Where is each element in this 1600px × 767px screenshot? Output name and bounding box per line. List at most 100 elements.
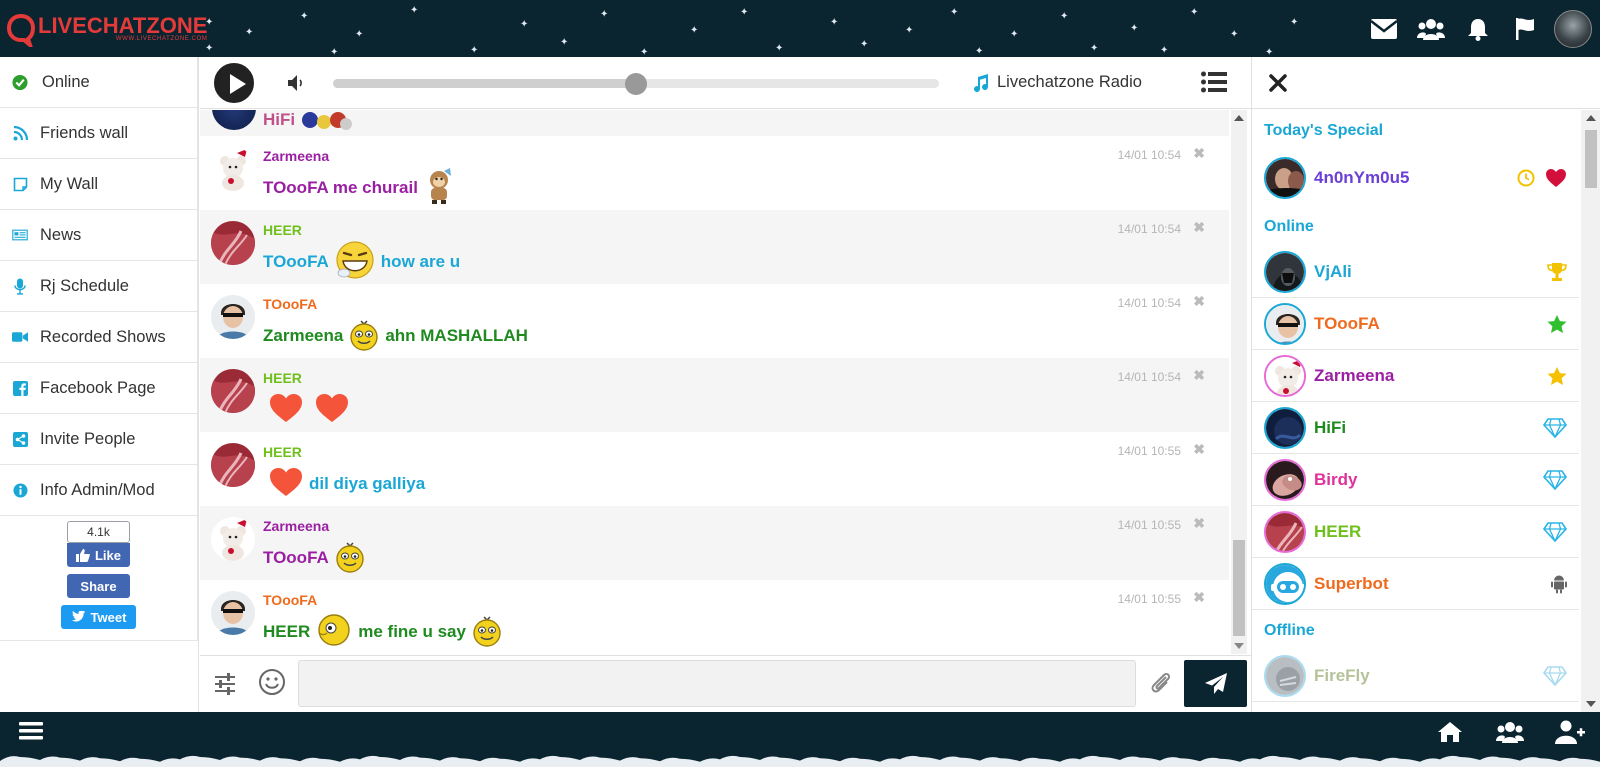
user-list-item[interactable]: Superbot <box>1252 558 1579 610</box>
sidebar-item-label: Info Admin/Mod <box>40 480 155 499</box>
sidebar-item-my-wall[interactable]: My Wall <box>0 159 198 210</box>
delete-message-icon[interactable]: ✖ <box>1193 293 1205 310</box>
radio-player: Livechatzone Radio <box>200 57 1251 109</box>
snowflake-icon: ✦ <box>1230 29 1239 40</box>
settings-sliders-icon[interactable] <box>213 673 237 695</box>
attachment-icon[interactable] <box>1148 670 1174 696</box>
message-username[interactable]: Zarmeena <box>263 518 329 534</box>
sidebar-item-rj-schedule[interactable]: Rj Schedule <box>0 261 198 312</box>
message-username[interactable]: HEER <box>263 370 302 386</box>
close-icon[interactable] <box>1267 72 1289 94</box>
delete-message-icon[interactable]: ✖ <box>1193 441 1205 458</box>
message-timestamp: 14/01 10:55 <box>1117 444 1181 458</box>
avatar[interactable] <box>1264 250 1306 293</box>
avatar[interactable] <box>1264 354 1306 397</box>
delete-message-icon[interactable]: ✖ <box>1193 367 1205 384</box>
facebook-like-button[interactable]: Like <box>67 543 130 567</box>
sidebar-item-recorded-shows[interactable]: Recorded Shows <box>0 312 198 363</box>
emoji-smiley-icon <box>349 317 379 356</box>
volume-slider-handle[interactable] <box>625 73 647 95</box>
avatar[interactable] <box>211 295 255 339</box>
sidebar-item-friends-wall[interactable]: Friends wall <box>0 108 198 159</box>
snowflake-icon: ✦ <box>1160 45 1169 56</box>
message-timestamp: 14/01 10:55 <box>1117 592 1181 606</box>
volume-slider[interactable] <box>333 73 939 95</box>
delete-message-icon[interactable]: ✖ <box>1193 589 1205 606</box>
user-list-item[interactable]: 4n0nYm0u5 <box>1252 150 1579 206</box>
message-username[interactable]: Zarmeena <box>263 148 329 164</box>
hamburger-menu-icon[interactable] <box>18 720 44 744</box>
home-icon[interactable] <box>1420 721 1480 743</box>
snowflake-icon: ✦ <box>245 27 254 38</box>
message-username[interactable]: TOooFA <box>263 592 317 608</box>
playlist-menu-icon[interactable] <box>1201 71 1227 93</box>
sidebar-item-invite-people[interactable]: Invite People <box>0 414 198 465</box>
avatar[interactable] <box>1264 562 1306 605</box>
user-list-item[interactable]: Birdy <box>1252 454 1579 506</box>
bell-icon[interactable] <box>1454 0 1501 57</box>
add-friend-icon[interactable] <box>1540 720 1600 744</box>
user-list-scrollbar-thumb[interactable] <box>1585 130 1597 188</box>
microphone-icon <box>12 278 28 295</box>
user-list-item[interactable]: Zarmeena <box>1252 350 1579 402</box>
user-list-scrollbar[interactable] <box>1581 110 1600 712</box>
avatar[interactable] <box>211 369 255 413</box>
radio-station[interactable]: Livechatzone Radio <box>973 73 1142 92</box>
sidebar-item-info-admin-mod[interactable]: Info Admin/Mod <box>0 465 198 516</box>
delete-message-icon[interactable]: ✖ <box>1193 219 1205 236</box>
avatar[interactable] <box>211 147 255 191</box>
user-list-item[interactable]: FireFly <box>1252 650 1579 702</box>
snowflake-icon: ✦ <box>1010 29 1019 40</box>
sidebar-item-facebook-page[interactable]: Facebook Page <box>0 363 198 414</box>
emoji-icon <box>300 110 356 137</box>
tweet-button[interactable]: Tweet <box>61 605 136 629</box>
sidebar-item-online[interactable]: Online <box>0 57 198 108</box>
user-list-item[interactable]: TOooFA <box>1252 298 1579 350</box>
avatar[interactable] <box>1264 406 1306 449</box>
user-avatar[interactable] <box>1554 9 1592 48</box>
avatar[interactable] <box>211 221 255 265</box>
mail-icon[interactable] <box>1360 0 1407 57</box>
message-timestamp: 14/01 10:54 <box>1117 370 1181 384</box>
avatar[interactable] <box>212 110 256 130</box>
message-username[interactable]: HEER <box>263 222 302 238</box>
top-header: ✦ ✦ ✦ ✦ ✦ ✦ ✦ ✦ ✦ ✦ ✦ ✦ ✦ ✦ ✦ ✦ ✦ ✦ ✦ ✦ ✦ ✦ ✦ ✦ ✦ ✦ ✦ ✦ ✦ LIVECHATZO… <box>0 0 1600 57</box>
friends-icon[interactable] <box>1407 0 1454 57</box>
user-list-item[interactable]: HiFi <box>1252 402 1579 454</box>
facebook-share-button[interactable]: Share <box>67 574 130 598</box>
chat-scrollbar[interactable] <box>1231 110 1247 654</box>
message-input[interactable] <box>298 660 1136 707</box>
flag-icon[interactable] <box>1501 0 1548 57</box>
message-text: me fine u say <box>358 622 466 641</box>
chat-scrollbar-thumb[interactable] <box>1233 540 1245 636</box>
avatar[interactable] <box>1264 157 1306 199</box>
list-item: HEER 14/01 10:54 ✖ <box>200 358 1229 432</box>
avatar[interactable] <box>211 591 255 635</box>
clock-icon <box>1517 169 1535 187</box>
user-list-panel: Today's Special 4n0nYm0u5 Online VjAli TOooF… <box>1251 57 1600 712</box>
avatar[interactable] <box>1264 458 1306 501</box>
user-list-item[interactable]: VjAli <box>1252 246 1579 298</box>
sidebar-item-label: Online <box>42 72 90 91</box>
avatar[interactable] <box>1264 510 1306 553</box>
volume-icon[interactable] <box>286 73 308 93</box>
friends-icon[interactable] <box>1480 721 1540 743</box>
logo[interactable]: LIVECHATZONE WWW.LIVECHATZONE.COM <box>6 8 208 52</box>
avatar[interactable] <box>1264 654 1306 697</box>
emoji-picker-icon[interactable] <box>258 668 286 696</box>
send-button[interactable] <box>1184 660 1247 707</box>
user-list-item[interactable]: HEER <box>1252 506 1579 558</box>
trophy-icon <box>1547 262 1567 282</box>
avatar[interactable] <box>211 517 255 561</box>
message-timestamp: 14/01 10:55 <box>1117 518 1181 532</box>
message-body: Zarmeena ahn MASHALLAH <box>263 318 528 354</box>
delete-message-icon[interactable]: ✖ <box>1193 145 1205 162</box>
logo-title: LIVECHATZONE <box>38 12 208 38</box>
sidebar-item-news[interactable]: News <box>0 210 198 261</box>
play-button[interactable] <box>214 63 254 103</box>
avatar[interactable] <box>211 443 255 487</box>
message-username[interactable]: TOooFA <box>263 296 317 312</box>
message-username[interactable]: HEER <box>263 444 302 460</box>
delete-message-icon[interactable]: ✖ <box>1193 515 1205 532</box>
avatar[interactable] <box>1264 302 1306 345</box>
